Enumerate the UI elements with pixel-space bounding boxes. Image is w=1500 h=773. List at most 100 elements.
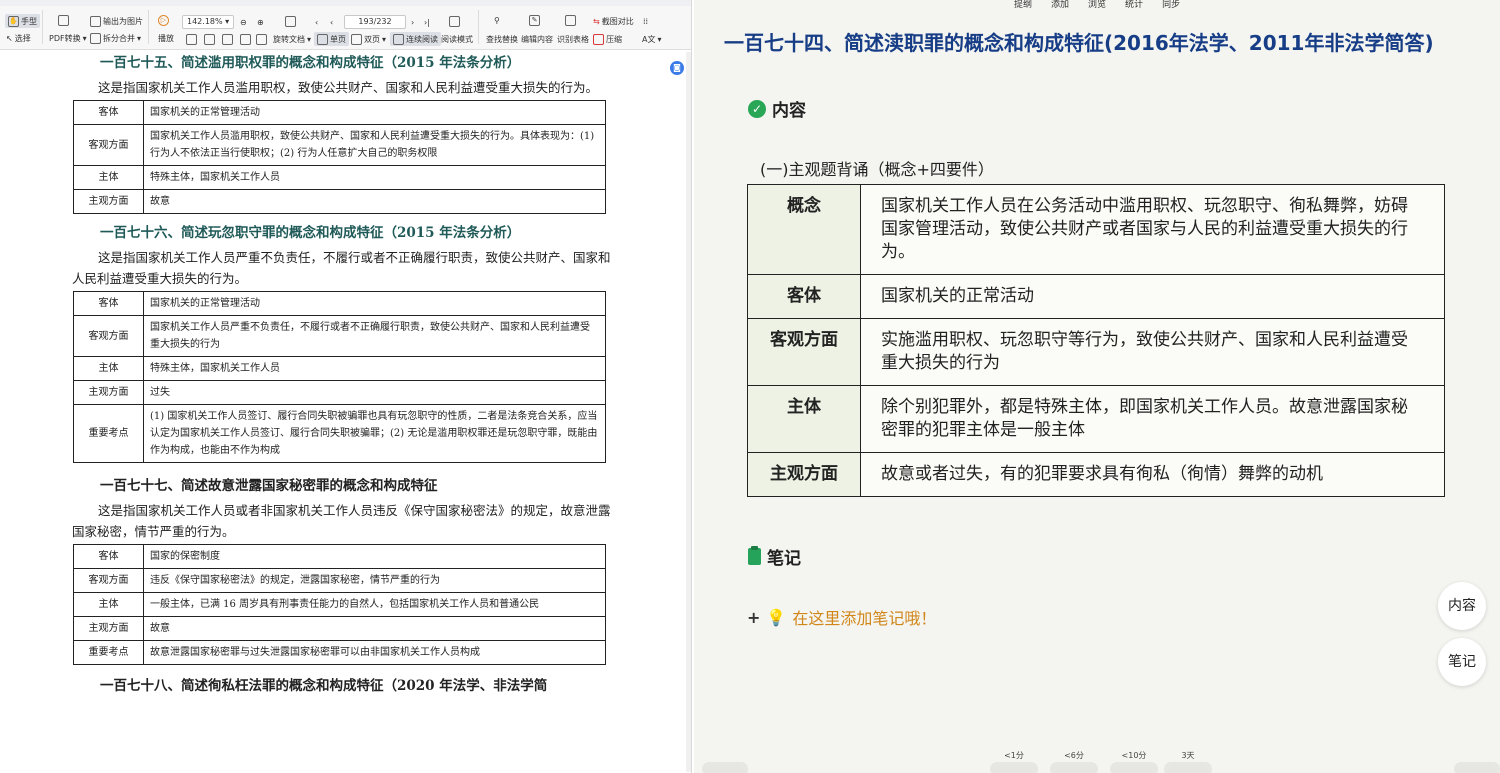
read-mode-button[interactable]: 阅读模式 bbox=[441, 32, 473, 46]
row-value: 违反《保守国家秘密法》的规定，泄露国家秘密，情节严重的行为 bbox=[143, 568, 606, 593]
toolbar-divider bbox=[478, 10, 479, 44]
pdf-convert-icon-button[interactable] bbox=[58, 13, 69, 27]
last-page-icon: ›| bbox=[424, 17, 430, 27]
rating-button-easy[interactable] bbox=[1164, 762, 1212, 773]
edit-label: 编辑内容 bbox=[521, 34, 553, 44]
menu-browse[interactable]: 浏览 bbox=[1088, 0, 1106, 10]
rotate-doc-label: 旋转文档 bbox=[273, 34, 305, 44]
rotate-doc-icon-button[interactable] bbox=[285, 14, 296, 28]
single-page-button[interactable]: 单页 bbox=[314, 32, 349, 46]
note-top-menu: 提纲 添加 浏览 统计 同步 bbox=[1014, 0, 1180, 10]
section-paragraph: 这是指国家机关工作人员严重不负责任，不履行或者不正确履行职责，致使公共财产、国家… bbox=[72, 250, 611, 286]
row-key: 主体 bbox=[73, 356, 144, 381]
floating-action-button[interactable]: ◙ bbox=[670, 61, 684, 75]
edit-content-button[interactable]: 编辑内容 bbox=[521, 32, 553, 46]
page-number: 193/232 bbox=[358, 17, 392, 26]
double-page-icon bbox=[351, 33, 362, 45]
rotate-doc-icon bbox=[285, 15, 296, 27]
menu-stats[interactable]: 统计 bbox=[1125, 0, 1143, 10]
rotate-right-button[interactable] bbox=[256, 32, 267, 46]
row-key: 主观方面 bbox=[73, 616, 144, 641]
edit-icon-button[interactable]: ✎ bbox=[529, 13, 540, 27]
row-value: 故意 bbox=[143, 189, 606, 214]
side-notes-label: 笔记 bbox=[1448, 654, 1476, 670]
pdf-convert-button[interactable]: PDF转换 ▾ bbox=[49, 31, 87, 45]
fit-page-button[interactable] bbox=[204, 32, 215, 46]
image-icon bbox=[90, 15, 101, 27]
compare-button[interactable]: ⇆ 截图对比 bbox=[593, 14, 634, 28]
prev-page-button[interactable]: ‹ bbox=[330, 15, 333, 29]
zoom-select[interactable]: 142.18% ▾ bbox=[182, 15, 234, 29]
actual-size-button[interactable] bbox=[222, 32, 233, 46]
table-row: 主观方面 过失 bbox=[73, 380, 606, 405]
row-value: 过失 bbox=[143, 380, 606, 405]
menu-add[interactable]: 添加 bbox=[1051, 0, 1069, 10]
zoom-in-button[interactable]: ⊕ bbox=[257, 15, 264, 29]
more-icon-button[interactable]: ⁞⁞ bbox=[643, 14, 648, 28]
row-value: 国家机关的正常管理活动 bbox=[143, 291, 606, 316]
row-key: 主观方面 bbox=[73, 380, 144, 405]
content-section-header: ✓ 内容 bbox=[748, 96, 806, 121]
compress-button[interactable]: 压缩 bbox=[593, 32, 622, 46]
translate-button[interactable]: A文 ▾ bbox=[642, 32, 662, 46]
last-page-button[interactable]: ›| bbox=[424, 15, 430, 29]
bottom-right-button[interactable] bbox=[1454, 762, 1500, 773]
scrollbar[interactable] bbox=[686, 52, 691, 772]
continuous-read-button[interactable]: 连续阅读 bbox=[390, 32, 441, 46]
zoom-out-button[interactable]: ⊖ bbox=[240, 15, 247, 29]
table-row: 客体 国家机关的正常管理活动 bbox=[73, 100, 606, 125]
split-icon bbox=[90, 32, 101, 44]
side-content-button[interactable]: 内容 bbox=[1438, 582, 1486, 630]
content-subheading: (一)主观题背诵（概念+四要件） bbox=[760, 160, 994, 179]
plus-icon: + bbox=[747, 607, 761, 627]
split-merge-button[interactable]: 拆分合并 ▾ bbox=[90, 31, 141, 45]
table-row: 客体 国家的保密制度 bbox=[73, 544, 606, 569]
rotate-doc-button[interactable]: 旋转文档 ▾ bbox=[273, 32, 311, 46]
find-icon-button[interactable]: ⚲ bbox=[494, 13, 500, 27]
single-page-label: 单页 bbox=[330, 34, 346, 44]
rating-button-good[interactable] bbox=[1110, 762, 1158, 773]
add-note-button[interactable]: + 💡 在这里添加笔记哦！ bbox=[747, 605, 936, 629]
fit-width-icon bbox=[186, 33, 197, 45]
row-key: 客观方面 bbox=[73, 568, 144, 593]
content-label: 内容 bbox=[772, 101, 806, 121]
page-number-input[interactable]: 193/232 bbox=[344, 15, 406, 29]
play-button[interactable]: 播放 bbox=[158, 31, 174, 45]
select-tool-button[interactable]: ↖ 选择 bbox=[6, 31, 31, 45]
recognize-table-button[interactable]: 识别表格 bbox=[557, 32, 589, 46]
rating-button-again[interactable] bbox=[990, 762, 1038, 773]
row-value: 故意 bbox=[143, 616, 606, 641]
double-page-button[interactable]: 双页 ▾ bbox=[351, 32, 386, 46]
hand-tool-button[interactable]: ✋ 手型 bbox=[5, 14, 40, 28]
cursor-icon: ↖ bbox=[6, 33, 13, 43]
menu-sync[interactable]: 同步 bbox=[1162, 0, 1180, 10]
edit-icon: ✎ bbox=[529, 14, 540, 26]
select-label: 选择 bbox=[14, 33, 31, 43]
fit-width-button[interactable] bbox=[186, 32, 197, 46]
play-icon-button[interactable]: ▷ bbox=[158, 13, 169, 27]
table-row: 客观方面 违反《保守国家秘密法》的规定，泄露国家秘密，情节严重的行为 bbox=[73, 568, 606, 593]
menu-outline[interactable]: 提纲 bbox=[1014, 0, 1032, 10]
row-key: 客观方面 bbox=[747, 318, 861, 386]
row-key: 主体 bbox=[73, 592, 144, 617]
find-replace-button[interactable]: 查找替换 bbox=[486, 32, 518, 46]
find-label: 查找替换 bbox=[486, 34, 518, 44]
row-key: 客观方面 bbox=[73, 315, 144, 357]
export-image-button[interactable]: 输出为图片 bbox=[90, 14, 143, 28]
row-value: (1) 国家机关工作人员签订、履行合同失职被骗罪也具有玩忽职守的性质，二者是法条… bbox=[143, 404, 606, 463]
book-icon bbox=[449, 15, 460, 27]
clipboard-icon bbox=[748, 546, 761, 565]
next-page-button[interactable]: › bbox=[411, 15, 414, 29]
pdf-table: 客体 国家机关的正常管理活动 客观方面 国家机关工作人员严重不负责任，不履行或者不正… bbox=[73, 291, 606, 463]
rotate-left-button[interactable] bbox=[240, 32, 251, 46]
chevron-down-icon: ▾ bbox=[382, 34, 387, 44]
recognize-icon-button[interactable] bbox=[565, 13, 576, 27]
first-page-button[interactable]: ‹ bbox=[315, 15, 318, 29]
rating-button-hard[interactable] bbox=[1050, 762, 1098, 773]
bottom-left-button[interactable] bbox=[702, 762, 748, 773]
toolbar-divider bbox=[148, 10, 149, 44]
read-mode-icon-button[interactable] bbox=[449, 14, 460, 28]
row-key: 主观方面 bbox=[747, 452, 861, 497]
side-notes-button[interactable]: 笔记 bbox=[1438, 638, 1486, 686]
